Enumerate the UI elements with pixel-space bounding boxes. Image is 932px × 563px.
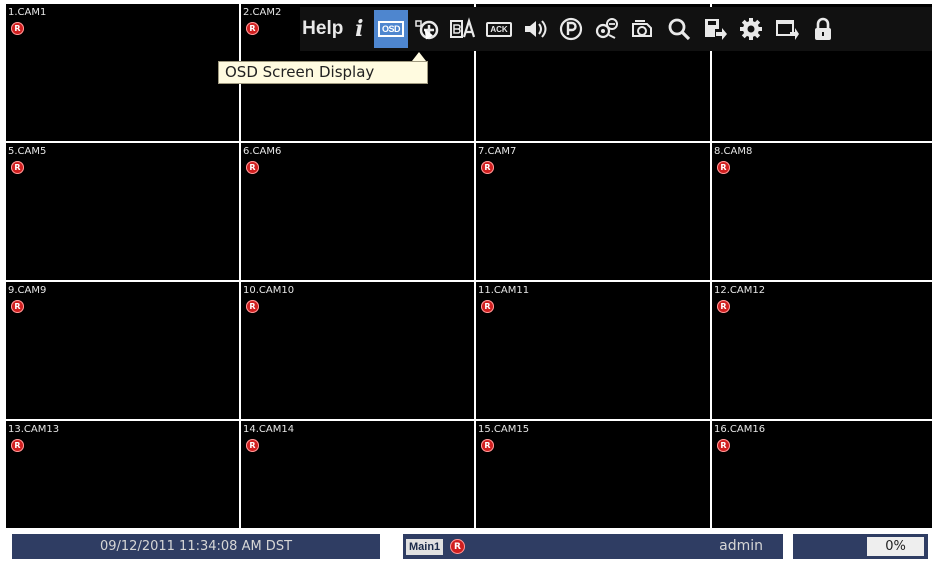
ptz-icon [559, 17, 583, 41]
record-indicator-icon: R [246, 161, 259, 174]
camera-tile-11[interactable]: 11.CAM11 R [476, 282, 710, 419]
record-status-icon: R [450, 539, 465, 554]
camera-tile-7[interactable]: 7.CAM7 R [476, 143, 710, 280]
current-user: admin [719, 538, 763, 554]
camera-tile-15[interactable]: 15.CAM15 R [476, 421, 710, 528]
lock-button[interactable] [806, 10, 841, 48]
record-indicator-icon: R [717, 439, 730, 452]
ab-compare-button[interactable] [446, 10, 481, 48]
tooltip-pointer [412, 52, 426, 61]
camera-label: 9.CAM9 [8, 285, 47, 296]
camera-label: 1.CAM1 [8, 7, 47, 18]
audio-button[interactable] [518, 10, 553, 48]
camera-label: 15.CAM15 [478, 424, 530, 435]
status-panel: Main1 R admin [403, 534, 783, 559]
datetime-display: 09/12/2011 11:34:08 AM DST [12, 534, 380, 559]
record-indicator-icon: R [246, 22, 259, 35]
record-indicator-icon: R [717, 300, 730, 313]
disk-usage-percent: 0% [867, 537, 924, 556]
record-indicator-icon: R [11, 300, 24, 313]
osd-tooltip: OSD Screen Display [218, 61, 428, 84]
camera-label: 5.CAM5 [8, 146, 47, 157]
camera-group-button[interactable] [590, 10, 625, 48]
layout-icon [776, 20, 799, 40]
disk-usage-panel: 0% [793, 534, 928, 559]
camera-label: 14.CAM14 [243, 424, 295, 435]
camera-label: 7.CAM7 [478, 146, 517, 157]
sequence-icon [632, 20, 652, 37]
camera-label: 11.CAM11 [478, 285, 530, 296]
osd-button[interactable]: OSD [373, 10, 409, 48]
record-indicator-icon: R [481, 161, 494, 174]
search-button[interactable] [662, 10, 697, 48]
help-button[interactable]: Help [301, 10, 345, 48]
camera-label: 6.CAM6 [243, 146, 282, 157]
camera-tile-9[interactable]: 9.CAM9 R [6, 282, 239, 419]
camera-tile-1[interactable]: 1.CAM1 R [6, 4, 239, 141]
camera-label: 13.CAM13 [8, 424, 60, 435]
osd-icon: OSD [377, 21, 404, 37]
ab-compare-icon [450, 17, 476, 38]
main-toolbar: Help i OSD ACK [300, 7, 932, 51]
record-indicator-icon: R [246, 439, 259, 452]
record-indicator-icon: R [11, 22, 24, 35]
record-indicator-icon: R [11, 161, 24, 174]
camera-tile-13[interactable]: 13.CAM13 R [6, 421, 239, 528]
record-indicator-icon: R [481, 439, 494, 452]
info-icon[interactable]: i [346, 10, 372, 48]
search-icon [668, 18, 691, 41]
alarm-ack-button[interactable]: ACK [482, 10, 517, 48]
alarm-ack-icon: ACK [486, 21, 512, 37]
export-button[interactable] [698, 10, 733, 48]
camera-tile-8[interactable]: 8.CAM8 R [712, 143, 932, 280]
sequence-button[interactable] [626, 10, 661, 48]
speaker-icon [525, 20, 547, 38]
camera-label: 10.CAM10 [243, 285, 295, 296]
camera-tile-14[interactable]: 14.CAM14 R [241, 421, 474, 528]
settings-button[interactable] [734, 10, 769, 48]
status-bar: 09/12/2011 11:34:08 AM DST Main1 R admin… [0, 531, 932, 563]
camera-label: 12.CAM12 [714, 285, 766, 296]
record-indicator-icon: R [481, 300, 494, 313]
camera-tile-5[interactable]: 5.CAM5 R [6, 143, 239, 280]
export-icon [705, 19, 727, 40]
camera-tile-16[interactable]: 16.CAM16 R [712, 421, 932, 528]
layout-button[interactable] [770, 10, 805, 48]
gear-icon [740, 18, 762, 40]
record-indicator-icon: R [717, 161, 730, 174]
lock-icon [815, 17, 831, 40]
record-indicator-icon: R [246, 300, 259, 313]
camera-wall: 1.CAM1 R 2.CAM2 R 5.CAM5 R 6.CAM6 R 7.CA… [6, 4, 932, 530]
main-output-label[interactable]: Main1 [406, 539, 444, 555]
camera-tile-10[interactable]: 10.CAM10 R [241, 282, 474, 419]
record-indicator-icon: R [11, 439, 24, 452]
camera-group-icon [595, 18, 618, 39]
ptz-button[interactable] [554, 10, 589, 48]
camera-label: 16.CAM16 [714, 424, 766, 435]
camera-tile-6[interactable]: 6.CAM6 R [241, 143, 474, 280]
camera-tile-12[interactable]: 12.CAM12 R [712, 282, 932, 419]
camera-label: 8.CAM8 [714, 146, 753, 157]
camera-label: 2.CAM2 [243, 7, 282, 18]
